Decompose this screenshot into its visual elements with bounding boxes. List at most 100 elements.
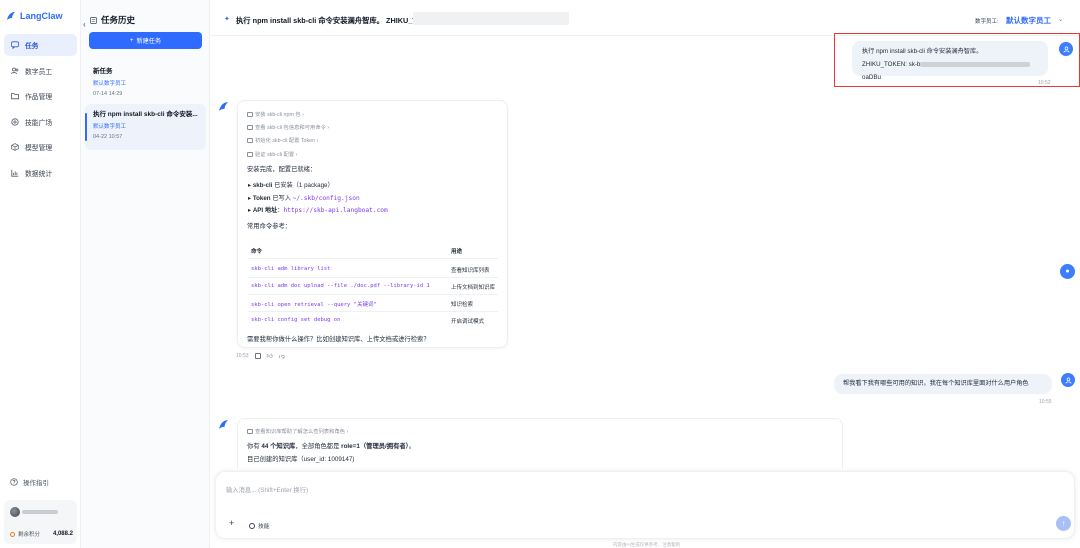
task-title: 执行 npm install skb-cli 命令安装... — [93, 111, 198, 118]
chevron-down-icon[interactable]: ⌄ — [1058, 15, 1063, 23]
points-row: 剩余积分 4,088.2 — [10, 530, 73, 538]
new-task-button[interactable]: + 新建任务 — [89, 32, 202, 49]
brand-logo[interactable]: LangClaw — [6, 11, 63, 21]
thumbs-up-icon[interactable]: 👍︎ — [267, 352, 273, 360]
sidebar-item-works[interactable]: 作品管理 — [4, 85, 77, 107]
message-actions: 10:53 👍︎ 👎︎ — [236, 352, 285, 360]
sidebar-item-label: 技能广场 — [25, 119, 53, 127]
history-header: ‹ 任务历史 — [83, 14, 136, 29]
history-task-item-active[interactable]: 执行 npm install skb-cli 命令安装... 默认数字员工 04… — [85, 104, 206, 150]
coin-icon — [10, 531, 15, 537]
chat-title: 执行 npm install skb-cli 命令安装澜舟智库。 ZHIKU_T… — [236, 16, 433, 25]
employee-label: 数字员工: — [975, 19, 999, 25]
sidebar-item-label: 数字员工 — [25, 68, 53, 76]
user-message-line: ZHIKU_TOKEN: sk-boaDBu — [862, 58, 1038, 84]
chart-icon — [11, 169, 19, 177]
history-title: 任务历史 — [101, 15, 136, 25]
chat-icon — [11, 41, 19, 49]
copy-icon[interactable] — [254, 353, 261, 359]
task-time: 04-22 10:57 — [93, 134, 123, 140]
sidebar-item-stats[interactable]: 数据统计 — [4, 162, 77, 184]
bot-avatar-icon — [219, 420, 228, 429]
title-redacted — [413, 12, 569, 25]
points-label: 剩余积分 — [18, 532, 41, 538]
arrow-up-icon: ↑ — [1061, 519, 1066, 528]
message-time: 10:52 — [1038, 80, 1051, 86]
points-value: 4,088.2 — [52, 531, 73, 537]
skill-icon — [249, 522, 255, 529]
user-message: 执行 npm install skb-cli 命令安装澜舟智库。 ZHIKU_T… — [852, 41, 1048, 81]
sidebar-item-skills[interactable]: 技能广场 — [4, 111, 77, 133]
bot-message: 查看知识库帮助了解怎么查列表和角色 › 你有 44 个知识库，全部角色都是 ro… — [237, 418, 843, 468]
sidebar-item-label: 模型管理 — [25, 145, 53, 152]
task-tag: 默认数字员工 — [93, 81, 127, 87]
tool-step[interactable]: 验证 skb-cli 配置 › — [247, 150, 297, 158]
table-row: skb-cli open retrieval --query "关键词" 知识检… — [248, 296, 498, 312]
cube-icon — [11, 143, 19, 151]
sidebar-nav: 任务 数字员工 作品管理 技能广场 模型管理 数据统计 — [4, 34, 77, 187]
task-title: 新任务 — [93, 68, 113, 75]
user-message-text: 帮我看下我有哪些可用的知识，我在每个知识库里面对什么用户角色 — [843, 380, 1029, 387]
brand-name: LangClaw — [20, 11, 63, 21]
attach-plus-icon[interactable]: + — [229, 518, 234, 528]
sidebar-item-digital-employees[interactable]: 数字员工 — [4, 60, 77, 82]
bot-text: 安装完成，配置已就绪： — [247, 166, 317, 173]
chevron-left-icon[interactable]: ‹ — [83, 20, 86, 29]
sidebar-item-label: 作品管理 — [25, 94, 53, 101]
history-task-item[interactable]: 新任务 默认数字员工 07-14 14:29 — [85, 61, 206, 97]
folder-icon — [11, 93, 19, 100]
guide-link[interactable]: 操作指引 — [10, 477, 49, 487]
message-input-box[interactable]: 输入消息... (Shift+Enter 换行) + 技能 ↑ — [215, 471, 1075, 539]
token-redacted — [920, 61, 1031, 67]
bot-text: 你有 44 个知识库，全部角色都是 role=1（管理员/拥有者）。 — [247, 443, 416, 450]
bot-text: 常用命令参考： — [247, 223, 292, 230]
floating-chat-button[interactable]: ● — [1060, 264, 1075, 279]
table-row: skb-cli config set debug on 开启调试模式 — [251, 317, 485, 325]
user-avatar-icon — [1061, 373, 1075, 387]
sidebar-item-models[interactable]: 模型管理 — [4, 136, 77, 158]
bot-text: 目己创建的知识库（user_id: 1009147) — [247, 456, 355, 463]
guide-label: 操作指引 — [23, 480, 49, 487]
thumbs-down-icon[interactable]: 👎︎ — [279, 352, 285, 360]
bullet-item: ▸ API 地址：https://skb-api.langboat.com — [248, 207, 388, 214]
sidebar-item-label: 任务 — [25, 43, 39, 50]
user-card[interactable]: 剩余积分 4,088.2 — [4, 500, 77, 544]
tool-step[interactable]: 初始化 skb-cli 配置 Token › — [247, 136, 318, 144]
message-input[interactable]: 输入消息... (Shift+Enter 换行) — [226, 485, 308, 494]
table-row: skb-cli adm doc upload --file ./doc.pdf … — [248, 279, 498, 295]
sidebar: LangClaw 任务 数字员工 作品管理 技能广场 模型管理 数据统计 操作指… — [0, 0, 81, 548]
logo-icon — [7, 12, 15, 20]
skill-button[interactable]: 技能 — [249, 521, 270, 530]
bot-message: 安装 skb-cli npm 包 › 查看 skb-cli 包信息和可用命令 ›… — [237, 100, 508, 348]
sparkle-icon: ✦ — [224, 16, 230, 23]
task-time: 07-14 14:29 — [93, 91, 123, 97]
bot-text: 需要我帮你做什么操作？比如创建知识库、上传文档或进行检索？ — [247, 336, 430, 343]
task-history-panel: ‹ 任务历史 + 新建任务 新任务 默认数字员工 07-14 14:29 执行 … — [81, 0, 210, 548]
chat-topbar: ✦ 执行 npm install skb-cli 命令安装澜舟智库。 ZHIKU… — [210, 0, 1080, 36]
table-header: 命令 用途 — [248, 243, 498, 259]
task-tag: 默认数字员工 — [93, 124, 127, 130]
tool-step[interactable]: 安装 skb-cli npm 包 › — [247, 110, 304, 118]
disclaimer: 内容由AI生成仅供参考，注意甄别 — [613, 542, 681, 547]
new-task-label: 新建任务 — [136, 38, 162, 45]
table-row: skb-cli adm library list 查看知识库列表 — [248, 262, 498, 278]
bot-avatar-icon — [219, 102, 228, 111]
send-button[interactable]: ↑ — [1056, 516, 1071, 531]
skill-label: 技能 — [258, 524, 270, 530]
bullet-item: ▸ skb-cli 已安装（1 package） — [248, 182, 334, 189]
user-message: 帮我看下我有哪些可用的知识，我在每个知识库里面对什么用户角色 — [834, 374, 1052, 394]
message-time: 10:55 — [1039, 399, 1052, 405]
user-name-redacted — [22, 510, 58, 514]
avatar — [10, 507, 20, 517]
employee-select[interactable]: 默认数字员工 — [1006, 15, 1051, 26]
tool-step[interactable]: 查看知识库帮助了解怎么查列表和角色 › — [247, 427, 348, 435]
people-icon — [11, 67, 19, 74]
tool-step[interactable]: 查看 skb-cli 包信息和可用命令 › — [247, 123, 329, 131]
sidebar-item-tasks[interactable]: 任务 — [4, 34, 77, 56]
chat-bubble-icon: ● — [1065, 268, 1070, 275]
bullet-item: ▸ Token 已写入 ~/.skb/config.json — [248, 195, 360, 202]
user-message-line: 执行 npm install skb-cli 命令安装澜舟智库。 — [862, 48, 983, 55]
user-avatar-icon — [1059, 42, 1073, 56]
plus-icon: + — [129, 37, 134, 44]
help-icon — [10, 478, 18, 486]
